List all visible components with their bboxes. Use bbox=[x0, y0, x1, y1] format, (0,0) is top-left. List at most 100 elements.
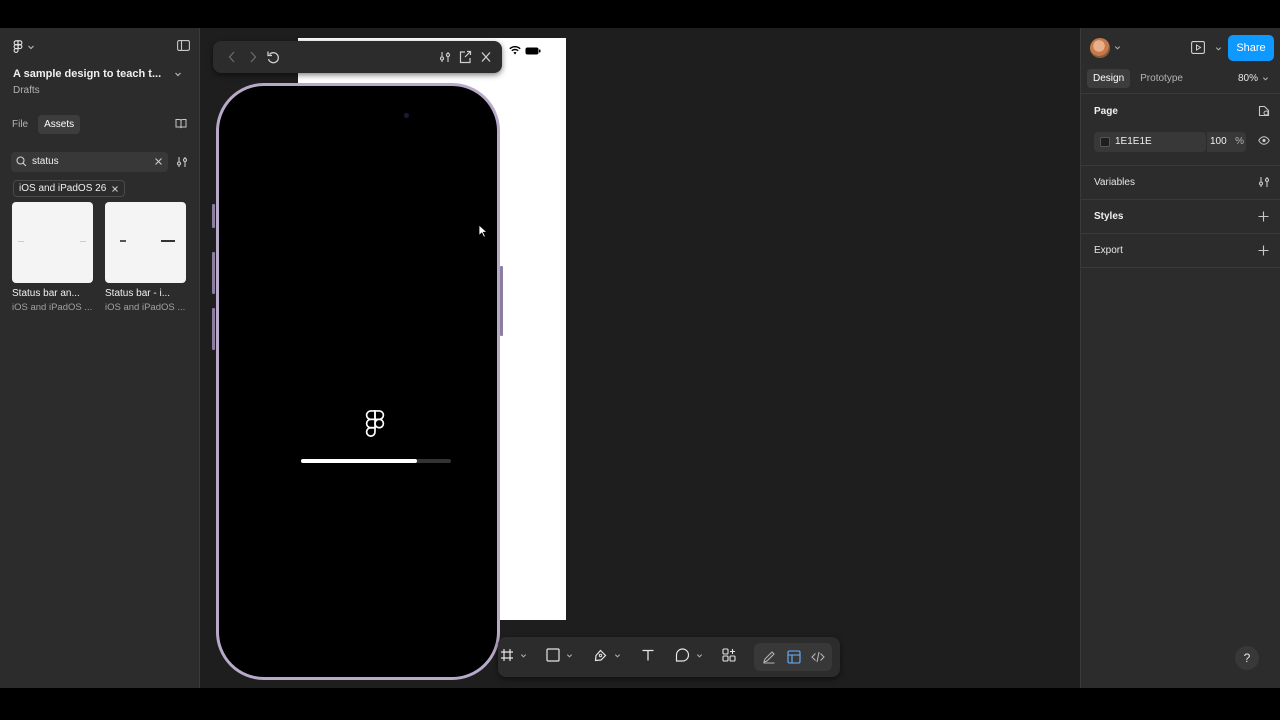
mouse-cursor-icon bbox=[478, 224, 488, 238]
pen-icon bbox=[594, 649, 607, 662]
actions-tool[interactable] bbox=[722, 648, 736, 662]
forward-icon[interactable] bbox=[248, 49, 258, 65]
plus-icon[interactable] bbox=[1258, 245, 1269, 256]
text-icon bbox=[642, 649, 654, 661]
chevron-down-icon[interactable] bbox=[696, 652, 703, 659]
zoom-level: 80% bbox=[1238, 73, 1259, 84]
asset-name: Status bar - i... bbox=[105, 288, 171, 299]
user-avatar[interactable] bbox=[1090, 38, 1110, 58]
asset-card[interactable]: Status bar - i... iOS and iPadOS ... bbox=[105, 202, 186, 313]
preview-toolbar bbox=[213, 41, 502, 73]
page-section-title: Page bbox=[1094, 106, 1118, 117]
frame-status-icons bbox=[509, 46, 541, 55]
chevron-down-icon[interactable] bbox=[614, 652, 621, 659]
settings-sliders-icon[interactable] bbox=[439, 49, 451, 65]
open-in-new-tab-icon[interactable] bbox=[459, 49, 472, 65]
frame-icon bbox=[501, 649, 513, 661]
chevron-down-icon bbox=[28, 45, 34, 50]
eye-icon[interactable] bbox=[1258, 136, 1270, 145]
opacity-unit: % bbox=[1235, 136, 1244, 147]
back-icon[interactable] bbox=[227, 49, 237, 65]
bottom-letterbox bbox=[0, 688, 1280, 720]
present-play-icon[interactable] bbox=[1191, 41, 1205, 54]
asset-library: iOS and iPadOS ... bbox=[12, 302, 93, 313]
phone-side-button bbox=[500, 266, 503, 336]
asset-card[interactable]: Status bar an... iOS and iPadOS ... bbox=[12, 202, 93, 313]
chevron-down-icon[interactable] bbox=[1114, 44, 1121, 51]
mode-switcher bbox=[754, 643, 832, 671]
chevron-down-icon bbox=[1262, 77, 1269, 81]
assets-search-input[interactable]: status bbox=[11, 152, 168, 172]
color-hex: 1E1E1E bbox=[1115, 136, 1152, 147]
bottom-toolbar bbox=[498, 637, 840, 677]
asset-thumbnail bbox=[105, 202, 186, 283]
left-sidebar: A sample design to teach t... Drafts Fil… bbox=[0, 28, 200, 688]
divider bbox=[1081, 233, 1280, 234]
canvas[interactable] bbox=[200, 28, 1080, 688]
phone-side-button bbox=[212, 308, 215, 350]
actions-grid-icon bbox=[722, 648, 736, 662]
chevron-down-icon[interactable] bbox=[566, 652, 573, 659]
zoom-dropdown[interactable]: 80% bbox=[1238, 73, 1269, 84]
rectangle-icon bbox=[546, 648, 560, 662]
left-panel-header bbox=[12, 40, 190, 56]
figma-app: A sample design to teach t... Drafts Fil… bbox=[0, 28, 1280, 688]
phone-preview[interactable] bbox=[216, 83, 500, 680]
asset-name: Status bar an... bbox=[12, 288, 80, 299]
chevron-down-icon[interactable] bbox=[1215, 45, 1222, 52]
design-mode-icon[interactable] bbox=[787, 650, 801, 664]
variables-settings-icon[interactable] bbox=[1258, 176, 1270, 188]
tab-file[interactable]: File bbox=[6, 115, 34, 134]
styles-section-title: Styles bbox=[1094, 211, 1124, 222]
close-icon[interactable] bbox=[481, 49, 491, 65]
sidebar-toggle-icon[interactable] bbox=[177, 40, 190, 51]
wifi-icon bbox=[509, 46, 521, 55]
right-panel-tabs: Design Prototype bbox=[1087, 69, 1189, 88]
search-icon bbox=[16, 156, 27, 167]
color-swatch[interactable] bbox=[1100, 137, 1110, 147]
export-section-title: Export bbox=[1094, 245, 1123, 256]
share-button[interactable]: Share bbox=[1228, 35, 1274, 61]
shape-tool[interactable] bbox=[546, 648, 573, 662]
chip-label: iOS and iPadOS 26 bbox=[19, 183, 107, 194]
page-settings-icon[interactable] bbox=[1258, 105, 1270, 117]
figma-logo-icon bbox=[13, 40, 23, 53]
tab-prototype[interactable]: Prototype bbox=[1134, 69, 1189, 88]
pen-tool[interactable] bbox=[594, 648, 621, 662]
file-title[interactable]: A sample design to teach t... bbox=[13, 68, 161, 80]
frame-tool[interactable] bbox=[500, 648, 527, 662]
restart-icon[interactable] bbox=[266, 49, 280, 65]
chevron-down-icon[interactable] bbox=[520, 652, 527, 659]
page-color-field[interactable]: 1E1E1E bbox=[1094, 132, 1206, 152]
figma-logo-icon bbox=[365, 410, 385, 437]
library-filter-chip[interactable]: iOS and iPadOS 26 bbox=[13, 180, 126, 197]
left-panel-tabs: File Assets bbox=[6, 115, 81, 134]
search-value: status bbox=[32, 156, 59, 167]
asset-thumbnail bbox=[12, 202, 93, 283]
divider bbox=[1081, 93, 1280, 94]
variables-section[interactable]: Variables bbox=[1094, 177, 1135, 188]
tab-assets[interactable]: Assets bbox=[38, 115, 81, 134]
library-book-icon[interactable] bbox=[175, 118, 187, 129]
close-icon[interactable] bbox=[154, 157, 163, 166]
opacity-value: 100 bbox=[1210, 136, 1227, 147]
draw-mode-icon[interactable] bbox=[762, 650, 776, 664]
right-sidebar: Share Design Prototype 80% Page 1E1E1E 1… bbox=[1080, 28, 1280, 688]
comment-tool[interactable] bbox=[675, 648, 703, 662]
loading-progress-fill bbox=[301, 459, 417, 463]
tab-design[interactable]: Design bbox=[1087, 69, 1131, 88]
dev-mode-icon[interactable] bbox=[811, 650, 825, 664]
main-menu-button[interactable] bbox=[12, 40, 35, 54]
divider bbox=[1081, 199, 1280, 200]
divider bbox=[1081, 267, 1280, 268]
text-tool[interactable] bbox=[641, 648, 655, 662]
file-location[interactable]: Drafts bbox=[13, 85, 40, 96]
asset-library: iOS and iPadOS ... bbox=[105, 302, 186, 313]
plus-icon[interactable] bbox=[1258, 211, 1269, 222]
page-opacity-field[interactable]: 100 % bbox=[1206, 132, 1246, 152]
chevron-down-icon[interactable] bbox=[174, 70, 182, 78]
loading-progress-bar bbox=[301, 459, 451, 463]
close-icon[interactable] bbox=[111, 185, 119, 193]
filter-settings-icon[interactable] bbox=[176, 156, 188, 168]
help-button[interactable]: ? bbox=[1235, 646, 1259, 670]
